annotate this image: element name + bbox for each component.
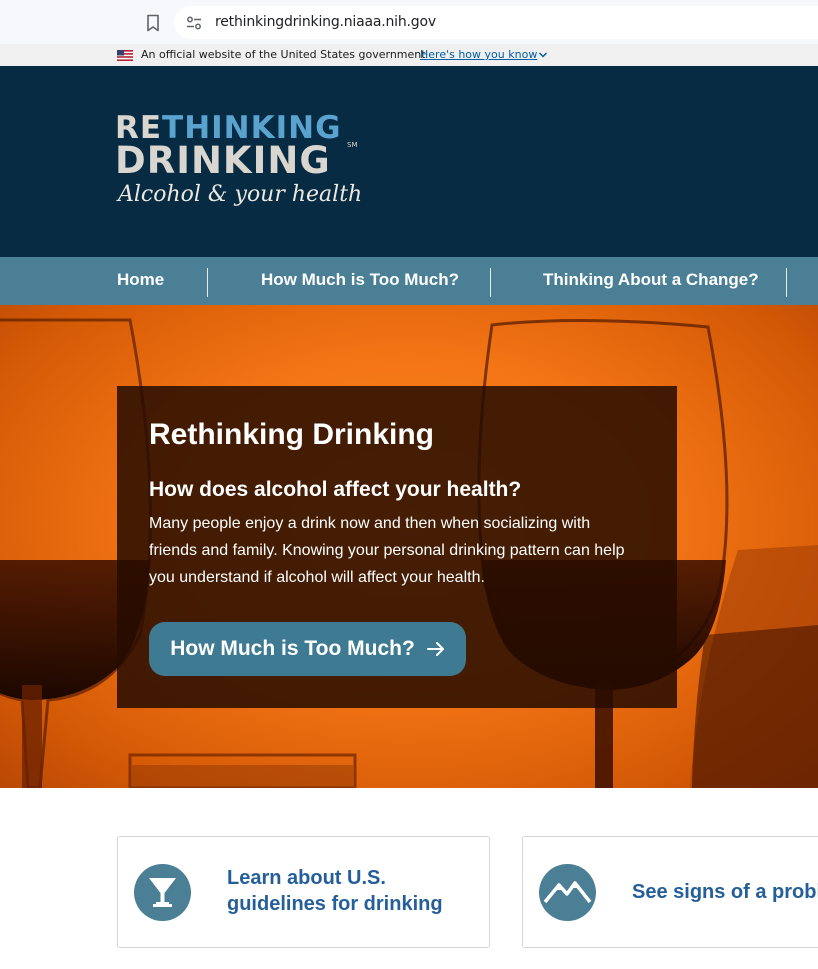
cta-label: How Much is Too Much? bbox=[170, 637, 415, 660]
logo-tagline: Alcohol & your health bbox=[118, 182, 363, 207]
guidelines-card[interactable]: Learn about U.S. guidelines for drinking bbox=[117, 836, 490, 948]
cocktail-glass-icon bbox=[134, 864, 191, 921]
address-bar[interactable]: rethinkingdrinking.niaaa.nih.gov bbox=[174, 6, 818, 39]
nav-divider bbox=[207, 268, 208, 297]
signs-card[interactable]: See signs of a proble bbox=[522, 836, 818, 948]
hero-content-box: Rethinking Drinking How does alcohol aff… bbox=[117, 386, 677, 708]
nav-divider bbox=[786, 268, 787, 297]
logo-service-mark: SM bbox=[347, 141, 358, 149]
url-text[interactable]: rethinkingdrinking.niaaa.nih.gov bbox=[215, 14, 436, 30]
site-settings-icon[interactable] bbox=[186, 15, 202, 31]
gov-banner-text: An official website of the United States… bbox=[141, 48, 426, 61]
how-much-cta-button[interactable]: How Much is Too Much? bbox=[149, 622, 466, 676]
site-header: RETHINKING DRINKING SM Alcohol & your he… bbox=[0, 66, 818, 257]
guidelines-card-label[interactable]: Learn about U.S. guidelines for drinking bbox=[227, 865, 477, 917]
logo-drinking: DRINKING bbox=[115, 139, 331, 182]
bookmark-icon[interactable] bbox=[145, 14, 161, 32]
nav-item-how-much[interactable]: How Much is Too Much? bbox=[261, 257, 459, 305]
site-logo[interactable]: RETHINKING DRINKING SM Alcohol & your he… bbox=[115, 112, 365, 212]
hero-subtitle: How does alcohol affect your health? bbox=[149, 478, 522, 501]
chevron-down-icon[interactable] bbox=[538, 51, 548, 59]
us-flag-icon bbox=[117, 50, 133, 61]
gov-banner-link[interactable]: Here's how you know bbox=[420, 48, 537, 61]
main-nav: Home How Much is Too Much? Thinking Abou… bbox=[0, 257, 818, 305]
gov-banner: An official website of the United States… bbox=[0, 44, 818, 66]
mountains-icon bbox=[539, 864, 596, 921]
arrow-right-icon bbox=[426, 642, 444, 656]
hero-title: Rethinking Drinking bbox=[149, 418, 434, 451]
nav-item-home[interactable]: Home bbox=[117, 257, 164, 305]
browser-toolbar: rethinkingdrinking.niaaa.nih.gov bbox=[0, 0, 818, 44]
hero-body-text: Many people enjoy a drink now and then w… bbox=[149, 515, 625, 586]
hero-section: Rethinking Drinking How does alcohol aff… bbox=[0, 305, 818, 788]
signs-card-label[interactable]: See signs of a proble bbox=[632, 879, 818, 905]
nav-item-thinking-about-change[interactable]: Thinking About a Change? bbox=[543, 257, 759, 305]
nav-divider bbox=[490, 268, 491, 297]
